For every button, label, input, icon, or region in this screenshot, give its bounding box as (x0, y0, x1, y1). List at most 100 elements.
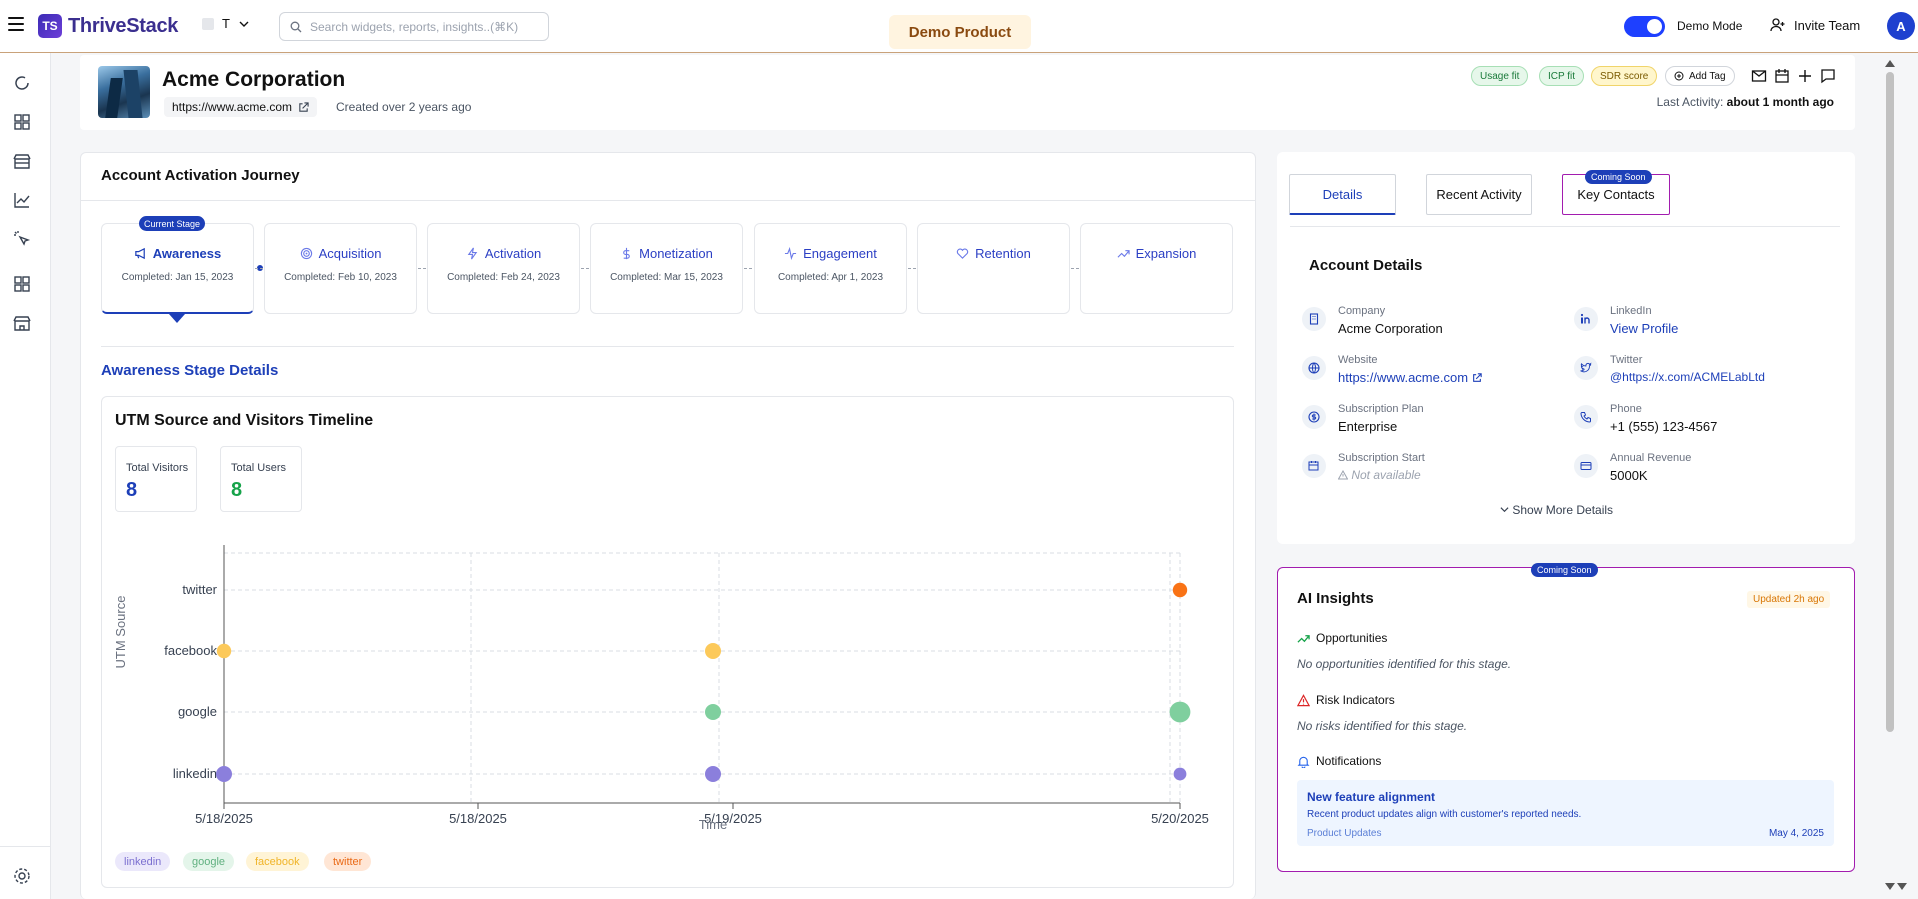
x-tick-label: 5/18/2025 (449, 811, 507, 826)
storefront-icon[interactable] (12, 313, 32, 333)
stage-name: Monetization (639, 246, 713, 261)
tab-details[interactable]: Details (1289, 174, 1396, 215)
external-link-icon (299, 101, 309, 112)
workspace-switcher[interactable]: T (202, 16, 250, 31)
journey-divider (81, 200, 1255, 201)
demo-mode-label: Demo Mode (1677, 19, 1743, 33)
kpi-total-users: Total Users 8 (220, 446, 302, 512)
refresh-icon[interactable] (12, 73, 32, 93)
plus-circle-icon (1674, 71, 1684, 81)
tag-icp-fit[interactable]: ICP fit (1539, 66, 1585, 86)
chevron-down-icon (239, 21, 249, 27)
menu-icon[interactable] (8, 17, 24, 31)
line-chart-icon[interactable] (12, 190, 32, 210)
grid-icon[interactable] (12, 274, 32, 294)
stage-completed: Completed: Mar 15, 2023 (610, 272, 723, 283)
data-point-facebook (216, 643, 232, 659)
linkedin-profile-link[interactable]: View Profile (1610, 321, 1678, 336)
demo-mode-toggle[interactable] (1624, 16, 1665, 37)
kpi-label: Total Users (231, 462, 287, 474)
legend-linkedin[interactable]: linkedin (115, 852, 171, 871)
external-link-icon (1472, 373, 1482, 382)
scroll-down-icon[interactable] (1884, 882, 1908, 892)
message-icon[interactable] (1820, 68, 1836, 84)
coming-soon-badge: Coming Soon (1531, 563, 1598, 577)
kpi-value: 8 (126, 479, 138, 501)
stage-name: Engagement (803, 246, 877, 261)
stage-retention[interactable]: Retention (917, 223, 1070, 314)
page-scrollbar[interactable] (1886, 72, 1894, 732)
workspace-icon (202, 17, 214, 30)
field-label: Twitter (1610, 354, 1643, 366)
legend-google[interactable]: google (183, 852, 235, 871)
search-bar[interactable] (279, 12, 549, 41)
plus-icon[interactable] (1797, 68, 1813, 84)
chart-grid (223, 552, 1181, 803)
mail-icon[interactable] (1751, 68, 1767, 84)
stage-completed: Completed: Feb 24, 2023 (447, 272, 560, 283)
field-label: Company (1338, 305, 1386, 317)
legend-twitter[interactable]: twitter (324, 852, 372, 871)
current-stage-badge: Current Stage (139, 216, 206, 231)
stage-awareness[interactable]: Awareness Completed: Jan 15, 2023 (101, 223, 254, 314)
sidebar (0, 53, 51, 899)
stage-name: Activation (484, 246, 542, 261)
stage-connector (255, 268, 263, 269)
chart-x-label: Time (699, 817, 727, 832)
alert-triangle-icon (1297, 693, 1310, 706)
field-label: Annual Revenue (1610, 452, 1692, 464)
globe-icon (1302, 356, 1326, 380)
chart-axes (223, 545, 1180, 804)
app-logo[interactable]: TS ThriveStack (38, 14, 178, 38)
field-value: Acme Corporation (1338, 321, 1443, 336)
last-activity-value: about 1 month ago (1726, 95, 1834, 109)
show-more-label: Show More Details (1512, 503, 1614, 517)
data-point-linkedin (216, 766, 232, 782)
stage-acquisition[interactable]: Acquisition Completed: Feb 10, 2023 (264, 223, 417, 314)
dollar-circle-icon (1302, 405, 1326, 429)
y-tick-label: facebook (164, 643, 217, 658)
cursor-click-icon[interactable] (12, 229, 32, 249)
stage-monetization[interactable]: Monetization Completed: Mar 15, 2023 (590, 223, 743, 314)
company-url-link[interactable]: https://www.acme.com (164, 97, 318, 117)
twitter-link[interactable]: @https://x.com/ACMELabLtd (1610, 370, 1765, 384)
updated-badge: Updated 2h ago (1747, 591, 1831, 608)
data-point-google (705, 704, 721, 720)
lightning-icon (467, 247, 478, 260)
stage-expansion[interactable]: Expansion (1080, 223, 1233, 314)
tag-usage-fit[interactable]: Usage fit (1471, 66, 1529, 86)
stage-engagement[interactable]: Engagement Completed: Apr 1, 2023 (754, 223, 907, 314)
add-tag-button[interactable]: Add Tag (1665, 66, 1735, 86)
notification-desc: Recent product updates align with custom… (1307, 809, 1582, 820)
field-label: LinkedIn (1610, 305, 1652, 317)
legend-facebook[interactable]: facebook (246, 852, 309, 871)
twitter-icon (1574, 356, 1598, 380)
y-tick-label: twitter (182, 582, 217, 597)
notifications-label: Notifications (1316, 754, 1382, 768)
tab-recent-activity[interactable]: Recent Activity (1426, 174, 1532, 215)
stage-completed: Completed: Apr 1, 2023 (777, 272, 884, 283)
search-input[interactable] (310, 19, 535, 34)
scroll-up-icon[interactable] (1884, 58, 1896, 68)
user-avatar[interactable]: A (1887, 12, 1915, 40)
calendar-icon[interactable] (1774, 68, 1790, 84)
risk-text: No risks identified for this stage. (1297, 719, 1468, 733)
field-subscription-start: Subscription Start Not available (1302, 452, 1542, 492)
show-more-details-button[interactable]: Show More Details (1500, 503, 1613, 517)
megaphone-icon (135, 247, 145, 260)
stage-connector (418, 268, 426, 269)
product-pill[interactable]: Demo Product (889, 15, 1031, 49)
tag-sdr-score[interactable]: SDR score (1591, 66, 1658, 86)
notification-item[interactable]: New feature alignment Recent product upd… (1297, 780, 1834, 846)
kpi-label: Total Visitors (126, 462, 189, 474)
stage-activation[interactable]: Activation Completed: Feb 24, 2023 (427, 223, 580, 314)
pulse-icon (785, 247, 797, 260)
website-url: https://www.acme.com (1338, 370, 1469, 385)
settings-gear-icon[interactable] (12, 866, 32, 886)
invite-team-button[interactable]: Invite Team (1770, 17, 1860, 33)
website-link[interactable]: https://www.acme.com (1338, 370, 1482, 385)
dashboard-grid-icon[interactable] (12, 112, 32, 132)
store-icon[interactable] (12, 151, 32, 171)
stage-details-title: Awareness Stage Details (101, 362, 279, 379)
company-url: https://www.acme.com (172, 100, 293, 114)
